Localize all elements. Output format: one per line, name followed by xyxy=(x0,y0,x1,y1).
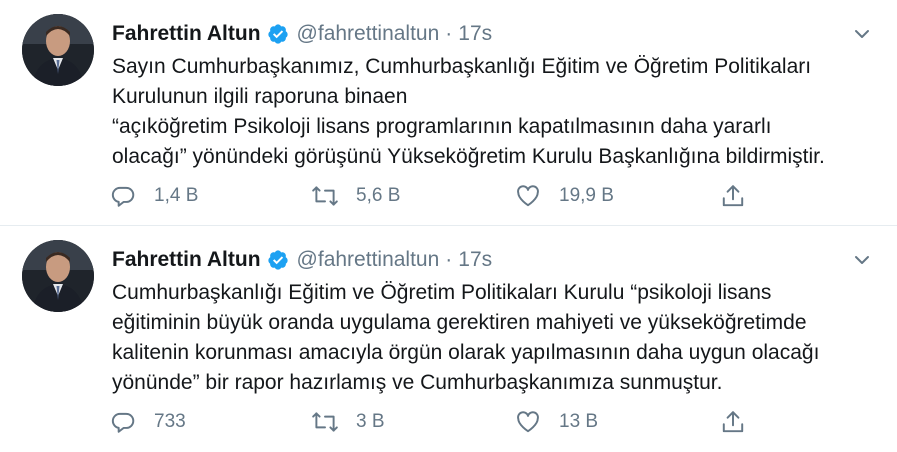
tweet-text-line: Kurulunun ilgili raporuna binaen xyxy=(112,85,408,108)
tweet-text-line: yönünde” bir rapor hazırlamış ve Cumhurb… xyxy=(112,371,723,394)
like-count: 13 B xyxy=(559,411,599,432)
chevron-down-icon[interactable] xyxy=(848,20,876,48)
separator-dot: · xyxy=(445,248,453,271)
tweet-text-line: eğitiminin büyük oranda uygulama gerekti… xyxy=(112,311,807,334)
verified-badge-icon xyxy=(267,249,289,271)
share-icon xyxy=(718,407,748,437)
tweet-text: Sayın Cumhurbaşkanımız, Cumhurbaşkanlığı… xyxy=(112,52,882,172)
like-count: 19,9 B xyxy=(559,185,614,206)
retweet-count: 5,6 B xyxy=(356,185,401,206)
tweet-text-line: Sayın Cumhurbaşkanımız, Cumhurbaşkanlığı… xyxy=(112,55,812,78)
like-button[interactable]: 13 B xyxy=(513,404,598,440)
avatar[interactable] xyxy=(22,240,94,312)
timestamp[interactable]: 17s xyxy=(458,22,492,46)
retweet-count: 3 B xyxy=(356,411,385,432)
retweet-icon xyxy=(310,407,340,437)
tweet-header: Fahrettin Altun @fahrettinaltun · 17s xyxy=(112,246,492,274)
reply-button[interactable]: 733 xyxy=(108,404,186,440)
tweet-text: Cumhurbaşkanlığı Eğitim ve Öğretim Polit… xyxy=(112,278,882,398)
like-button[interactable]: 19,9 B xyxy=(513,178,614,214)
retweet-button[interactable]: 5,6 B xyxy=(310,178,400,214)
tweet-text-line: olacağı” yönündeki görüşünü Yükseköğreti… xyxy=(112,145,825,168)
timestamp[interactable]: 17s xyxy=(458,248,492,272)
share-button[interactable] xyxy=(718,404,748,440)
verified-badge-icon xyxy=(267,23,289,45)
reply-count: 1,4 B xyxy=(154,185,199,206)
separator-dot: · xyxy=(445,22,453,45)
like-icon xyxy=(513,407,543,437)
tweet-actions: 1,4 B 5,6 B 19,9 B xyxy=(108,178,768,214)
tweet[interactable]: Fahrettin Altun @fahrettinaltun · 17s Cu… xyxy=(0,226,897,452)
chevron-down-icon[interactable] xyxy=(848,246,876,274)
share-icon xyxy=(718,181,748,211)
avatar[interactable] xyxy=(22,14,94,86)
tweet-header: Fahrettin Altun @fahrettinaltun · 17s xyxy=(112,20,492,48)
reply-icon xyxy=(108,181,138,211)
author-name[interactable]: Fahrettin Altun xyxy=(112,248,261,272)
reply-count: 733 xyxy=(154,411,186,432)
share-button[interactable] xyxy=(718,178,748,214)
like-icon xyxy=(513,181,543,211)
tweet-feed: Fahrettin Altun @fahrettinaltun · 17s Sa… xyxy=(0,0,897,452)
author-name[interactable]: Fahrettin Altun xyxy=(112,22,261,46)
tweet-text-line: kalitenin korunması amacıyla örgün olara… xyxy=(112,341,820,364)
author-handle[interactable]: @fahrettinaltun xyxy=(297,22,440,46)
tweet-text-line: Cumhurbaşkanlığı Eğitim ve Öğretim Polit… xyxy=(112,281,772,304)
author-handle[interactable]: @fahrettinaltun xyxy=(297,248,440,272)
tweet-actions: 733 3 B 13 B xyxy=(108,404,768,440)
tweet-text-line: “açıköğretim Psikoloji lisans programlar… xyxy=(112,115,772,138)
tweet[interactable]: Fahrettin Altun @fahrettinaltun · 17s Sa… xyxy=(0,0,897,226)
retweet-icon xyxy=(310,181,340,211)
reply-button[interactable]: 1,4 B xyxy=(108,178,198,214)
reply-icon xyxy=(108,407,138,437)
retweet-button[interactable]: 3 B xyxy=(310,404,385,440)
